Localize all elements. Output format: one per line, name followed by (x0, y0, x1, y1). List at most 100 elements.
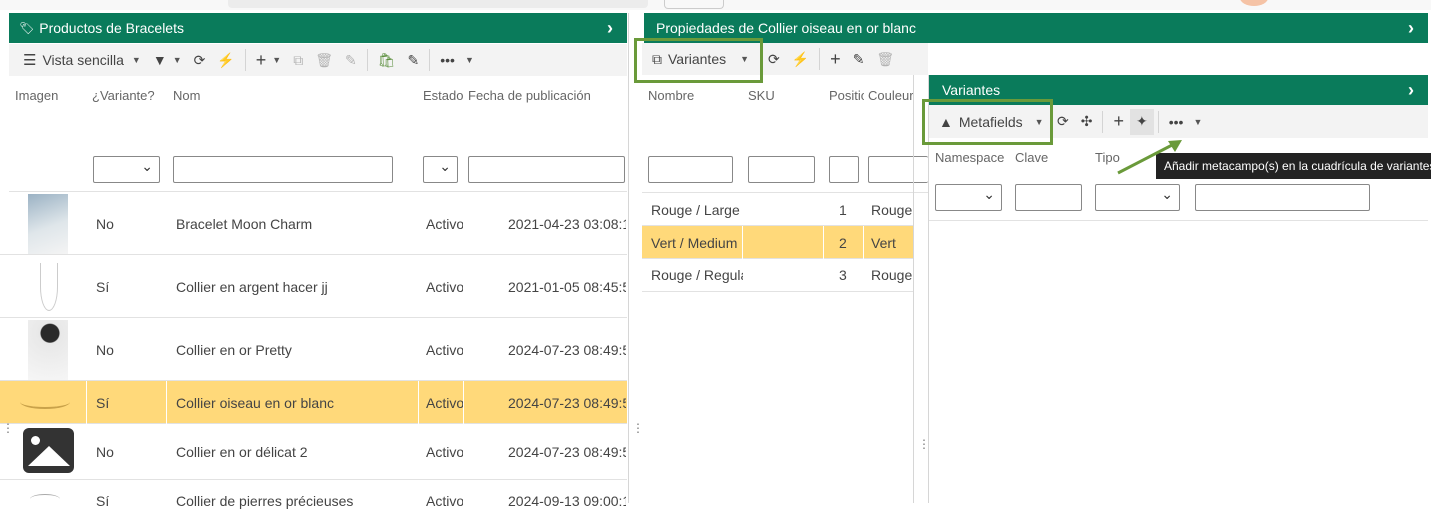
plus-icon: + (1113, 111, 1124, 131)
column-header-clave[interactable]: Clave (1015, 150, 1048, 165)
tooltip: Añadir metacampo(s) en la cuadrícula de … (1156, 153, 1431, 179)
delete-button[interactable]: 🗑 (870, 46, 900, 72)
status-filter-select[interactable] (423, 156, 458, 183)
variant-cell: Sí (96, 395, 110, 411)
chevron-right-icon[interactable]: › (1408, 75, 1414, 105)
status-cell: Activo (426, 342, 463, 358)
name-cell: Bracelet Moon Charm (176, 216, 313, 232)
name-cell: Collier en argent hacer jj (176, 279, 328, 295)
column-header-variant[interactable]: ¿Variante? (92, 88, 155, 103)
lightning-button[interactable]: ⚡ (211, 47, 240, 73)
table-row[interactable]: No Collier en or Pretty Activo 2024-07-2… (0, 318, 627, 381)
cell-divider (418, 381, 419, 424)
column-header-publish-date[interactable]: Fecha de publicación (468, 88, 591, 103)
table-row-selected[interactable]: Sí Collier oiseau en or blanc Activo 202… (0, 381, 627, 424)
view-mode-dropdown[interactable]: ☰ Vista sencilla ▼ (17, 47, 147, 73)
variants-highlight-box (634, 38, 763, 83)
caret-down-icon: ▼ (464, 55, 474, 65)
duplicate-button[interactable]: ⧉ (287, 47, 309, 73)
column-header-name[interactable]: Nom (173, 88, 200, 103)
column-header-namespace[interactable]: Namespace (935, 150, 1004, 165)
lightning-button[interactable]: ⚡ (786, 46, 815, 72)
table-row[interactable]: Sí Collier en argent hacer jj Activo 202… (0, 255, 627, 318)
collapse-button[interactable]: ✣ (1075, 109, 1099, 135)
position-filter-input[interactable] (829, 156, 859, 183)
tipo-filter-select[interactable] (1095, 184, 1180, 211)
toolbar-divider (819, 48, 821, 70)
sku-filter-input[interactable] (748, 156, 815, 183)
refresh-button[interactable]: ⟳ (762, 46, 786, 72)
ellipsis-icon: ••• (440, 52, 455, 68)
clave-filter-input[interactable] (1015, 184, 1082, 211)
image-placeholder-icon (23, 428, 74, 473)
shopify-bag-icon: 🛍 (377, 51, 396, 68)
variant-cell: Sí (96, 493, 110, 509)
name-cell: Collier en or délicat 2 (176, 444, 308, 460)
date-cell: 2021-01-05 08:45:5 (508, 279, 626, 295)
couleur-filter-input[interactable] (868, 156, 928, 183)
product-thumbnail (40, 263, 58, 311)
variant-row-selected[interactable]: Vert / Medium 2 Vert (642, 226, 913, 259)
chevron-right-icon[interactable]: › (1408, 13, 1414, 43)
variant-cell: Sí (96, 279, 110, 295)
column-header-status[interactable]: Estado (423, 88, 463, 103)
add-button[interactable]: + (824, 46, 847, 72)
date-cell: 2021-04-23 03:08:1 (508, 216, 626, 232)
view-mode-label: Vista sencilla (42, 52, 124, 68)
column-header-sku[interactable]: SKU (748, 88, 775, 103)
middle-splitter-grip[interactable]: ⋮ (632, 422, 644, 434)
column-header-nombre[interactable]: Nombre (648, 88, 694, 103)
toolbar-divider (366, 49, 368, 71)
bulk-edit-button[interactable]: ✎ (339, 47, 363, 73)
tooltip-text: Añadir metacampo(s) en la cuadrícula de … (1164, 159, 1431, 173)
list-icon: ☰ (23, 52, 37, 69)
column-header-image[interactable]: Imagen (15, 88, 58, 103)
pen-bag-icon: ✎ (407, 51, 420, 68)
column-header-position[interactable]: Position (829, 88, 864, 103)
left-splitter[interactable] (628, 13, 629, 503)
middle-splitter[interactable] (913, 75, 914, 503)
value-filter-input[interactable] (1195, 184, 1370, 211)
cell-divider (166, 381, 167, 424)
namespace-filter-select[interactable] (935, 184, 1002, 211)
column-header-couleur[interactable]: Couleur (868, 88, 913, 103)
name-filter-input[interactable] (173, 156, 393, 183)
plus-icon: + (830, 48, 841, 69)
nombre-filter-input[interactable] (648, 156, 733, 183)
refresh-icon: ⟳ (768, 50, 780, 67)
add-dropdown[interactable]: + ▼ (250, 47, 287, 73)
refresh-button[interactable]: ⟳ (1051, 109, 1075, 135)
add-metafield-to-grid-button[interactable]: ✦ (1129, 108, 1154, 135)
shopify-tools-button[interactable]: ✎ (402, 47, 426, 73)
cell-divider (823, 226, 824, 259)
filter-dropdown[interactable]: ▼ ▼ (147, 47, 188, 73)
variant-row[interactable]: Rouge / Large 1 Rouge (642, 193, 913, 226)
variant-filter-select[interactable] (93, 156, 160, 183)
left-splitter-grip[interactable]: ⋮ (2, 422, 14, 434)
magic-wand-icon: ✦ (1135, 113, 1148, 129)
edit-button[interactable]: ✎ (847, 46, 871, 72)
name-cell: Collier en or Pretty (176, 342, 292, 358)
trash-icon: 🗑 (876, 50, 895, 67)
chevron-right-icon[interactable]: › (607, 13, 613, 43)
more-menu[interactable]: ••• ▼ (434, 47, 480, 73)
shopify-import-button[interactable]: 🛍 (372, 47, 402, 73)
variant-row[interactable]: Rouge / Regular 3 Rouge (642, 259, 913, 292)
position-cell: 2 (839, 235, 847, 251)
trash-icon: 🗑 (315, 51, 333, 68)
caret-down-icon: ▼ (172, 55, 182, 65)
table-row[interactable]: No Collier en or délicat 2 Activo 2024-0… (0, 424, 627, 480)
publish-date-filter-input[interactable] (468, 156, 625, 183)
annotation-arrow (1117, 140, 1182, 175)
product-thumbnail (20, 395, 70, 409)
more-menu[interactable]: ••• ▼ (1163, 109, 1209, 135)
delete-button[interactable]: 🗑 (309, 47, 339, 73)
position-cell: 3 (839, 267, 847, 283)
table-row[interactable]: Sí Collier de pierres précieuses Activo … (0, 480, 627, 520)
toolbar-divider (244, 49, 246, 71)
table-row[interactable]: No Bracelet Moon Charm Activo 2021-04-23… (0, 192, 627, 255)
refresh-button[interactable]: ⟳ (188, 47, 212, 73)
status-cell: Activo (426, 216, 463, 232)
product-thumbnail (28, 194, 68, 254)
add-button[interactable]: + (1107, 109, 1130, 135)
